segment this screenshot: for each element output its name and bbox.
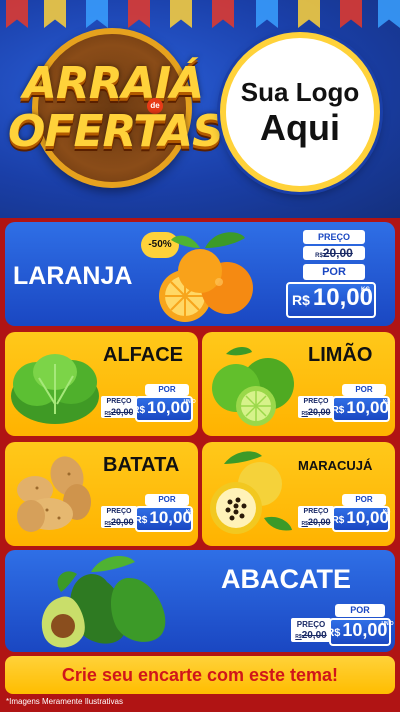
arraia-ofertas-logo: ARRAIÁ de OFERTAS — [8, 14, 224, 204]
por-label: POR — [335, 604, 385, 617]
title-line1: ARRAIÁ — [22, 58, 204, 109]
header-banner: ARRAIÁ de OFERTAS Sua Logo Aqui — [0, 0, 400, 218]
potato-icon — [17, 456, 91, 532]
por-label: POR — [342, 384, 386, 396]
product-name: LIMÃO — [308, 344, 373, 366]
product-name: BATATA — [103, 454, 180, 476]
price-box: R$ 10,00 KG — [332, 396, 390, 422]
price-label: PREÇO R$20,00 — [291, 618, 331, 642]
lettuce-icon — [11, 354, 99, 424]
product-card-limao: LIMÃO POR PREÇO R$20,00 R$ 10,00 KG — [202, 332, 395, 436]
price-box: R$ 10,00 UNID — [326, 618, 394, 646]
por-label: POR — [342, 494, 386, 506]
product-name: LARANJA — [13, 262, 133, 290]
por-label: POR — [145, 384, 189, 396]
orange-icon — [159, 232, 253, 322]
logo-line2: Aqui — [260, 106, 340, 148]
product-name: MARACUJÁ — [298, 458, 373, 473]
price-box: R$ 10,00 KG — [332, 506, 390, 532]
product-card-alface: ALFACE POR PREÇO R$20,00 R$ 10,00 UNID — [5, 332, 198, 436]
price-label: PREÇO R$20,00 — [298, 396, 334, 418]
price-label: PREÇO R$20,00 — [101, 506, 137, 528]
product-card-abacate: ABACATE POR PREÇO R$20,00 R$ 10,00 UNID — [5, 550, 395, 652]
por-label: POR — [145, 494, 189, 506]
avocado-icon — [41, 556, 166, 648]
price-label: PREÇO R$20,00 — [298, 506, 334, 528]
product-name: ABACATE — [221, 564, 351, 594]
product-card-maracuja: MARACUJÁ POR PREÇO R$20,00 R$ 10,00 KG — [202, 442, 395, 546]
product-card-batata: BATATA POR PREÇO R$20,00 R$ 10,00 KG — [5, 442, 198, 546]
price-label: PREÇO — [303, 230, 365, 244]
disclaimer-text: *Imagens Meramente Ilustrativas — [6, 697, 123, 706]
product-name: ALFACE — [103, 344, 183, 366]
title-line2: OFERTAS — [8, 106, 224, 157]
product-card-laranja: LARANJA -50% PREÇO R$20,00 POR R$ 10,00 … — [5, 222, 395, 326]
cta-banner: Crie seu encarte com este tema! — [5, 656, 395, 694]
passion-fruit-icon — [210, 451, 292, 534]
old-price: R$20,00 — [303, 246, 365, 260]
price-box: R$ 10,00 KG — [286, 282, 376, 318]
cta-text: Crie seu encarte com este tema! — [61, 664, 339, 685]
lime-icon — [212, 347, 294, 426]
por-label: POR — [303, 264, 365, 280]
price-box: R$ 10,00 UNID — [132, 396, 196, 422]
logo-line1: Sua Logo — [240, 76, 360, 107]
price-box: R$ 10,00 KG — [135, 506, 193, 532]
store-logo-placeholder: Sua Logo Aqui — [220, 32, 380, 192]
